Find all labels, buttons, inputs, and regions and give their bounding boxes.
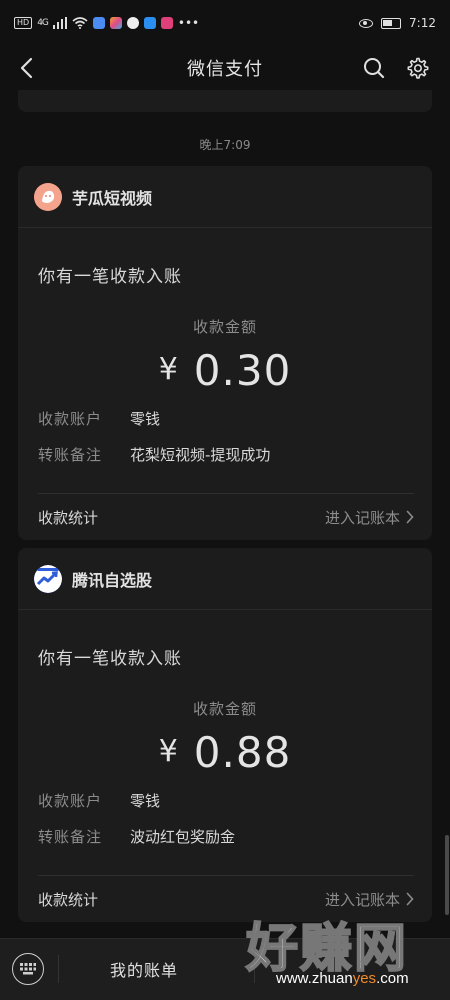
divider [58,955,59,983]
ledger-link-label: 进入记账本 [324,508,400,527]
scrollbar-thumb[interactable] [445,835,449,915]
status-bar: HD 4G ••• 7:12 [0,0,450,46]
menu-my-bills[interactable]: 我的账单 [110,957,178,981]
divider [254,955,255,983]
app-avatar [34,182,62,211]
keyboard-toggle-button[interactable] [12,953,44,985]
remark-value: 花梨短视频-提现成功 [130,446,271,464]
taro-logo-icon [34,182,62,211]
app-avatar [34,564,62,593]
eye-icon [359,18,374,28]
currency-symbol: ¥ [158,734,178,769]
remark-key: 转账备注 [38,446,103,464]
payment-card[interactable]: 腾讯自选股 你有一笔收款入账 收款金额 ¥0.88 收款账户 零钱 转账备注 波… [18,548,432,922]
message-timestamp: 晚上7:09 [199,138,251,152]
signal-label: 4G [37,18,49,28]
account-row: 收款账户 零钱 [38,790,160,811]
wifi-icon [72,17,88,29]
settings-button[interactable] [404,54,432,82]
signal-bars-icon [52,17,67,29]
amount: ¥0.88 [18,728,432,777]
amount-value: 0.30 [193,346,292,395]
currency-symbol: ¥ [158,352,178,387]
battery-icon [381,17,402,29]
more-dots-icon: ••• [177,16,200,30]
card-message: 你有一笔收款入账 [38,267,182,287]
app-notification-icon [109,17,122,29]
amount-value: 0.88 [193,728,292,777]
card-footer[interactable]: 收款统计 进入记账本 [38,876,414,922]
app-notification-icon [92,17,105,29]
remark-row: 转账备注 波动红包奖励金 [38,826,235,847]
previous-card-tail [18,90,432,112]
account-row: 收款账户 零钱 [38,408,160,429]
amount-label: 收款金额 [192,318,257,336]
hd-badge: HD [14,17,33,29]
search-button[interactable] [360,54,388,82]
page-title: 微信支付 [187,59,263,80]
app-name: 腾讯自选股 [72,570,153,590]
ledger-link[interactable]: 进入记账本 [325,507,414,528]
stats-label: 收款统计 [38,890,99,909]
gear-icon [407,57,429,79]
account-key: 收款账户 [38,792,103,810]
account-value: 零钱 [130,410,161,428]
app-notification-icon [160,17,173,29]
remark-value: 波动红包奖励金 [130,828,236,846]
chevron-right-icon [406,892,414,906]
search-icon [364,58,385,79]
chevron-left-icon [20,57,33,79]
ledger-link[interactable]: 进入记账本 [325,889,414,910]
stats-label: 收款统计 [38,508,99,527]
amount: ¥0.30 [18,346,432,395]
chevron-right-icon [406,510,414,524]
card-footer[interactable]: 收款统计 进入记账本 [38,494,414,540]
remark-key: 转账备注 [38,828,103,846]
remark-row: 转账备注 花梨短视频-提现成功 [38,444,270,465]
card-header[interactable]: 芋瓜短视频 [18,166,432,228]
keyboard-icon [20,963,36,975]
account-key: 收款账户 [38,410,103,428]
card-header[interactable]: 腾讯自选股 [18,548,432,610]
payment-card[interactable]: 芋瓜短视频 你有一笔收款入账 收款金额 ¥0.30 收款账户 零钱 转账备注 花… [18,166,432,540]
app-notification-icon [143,17,156,29]
back-button[interactable] [12,54,40,82]
stock-chart-logo-icon [34,564,62,593]
account-value: 零钱 [130,792,161,810]
qq-icon [126,17,139,29]
bottom-menu-bar: 我的账单 [0,938,450,1000]
ledger-link-label: 进入记账本 [324,890,400,909]
app-name: 芋瓜短视频 [72,188,153,208]
nav-bar: 微信支付 [0,46,450,90]
amount-label: 收款金额 [192,700,257,718]
clock: 7:12 [409,16,436,30]
card-message: 你有一笔收款入账 [38,649,182,669]
